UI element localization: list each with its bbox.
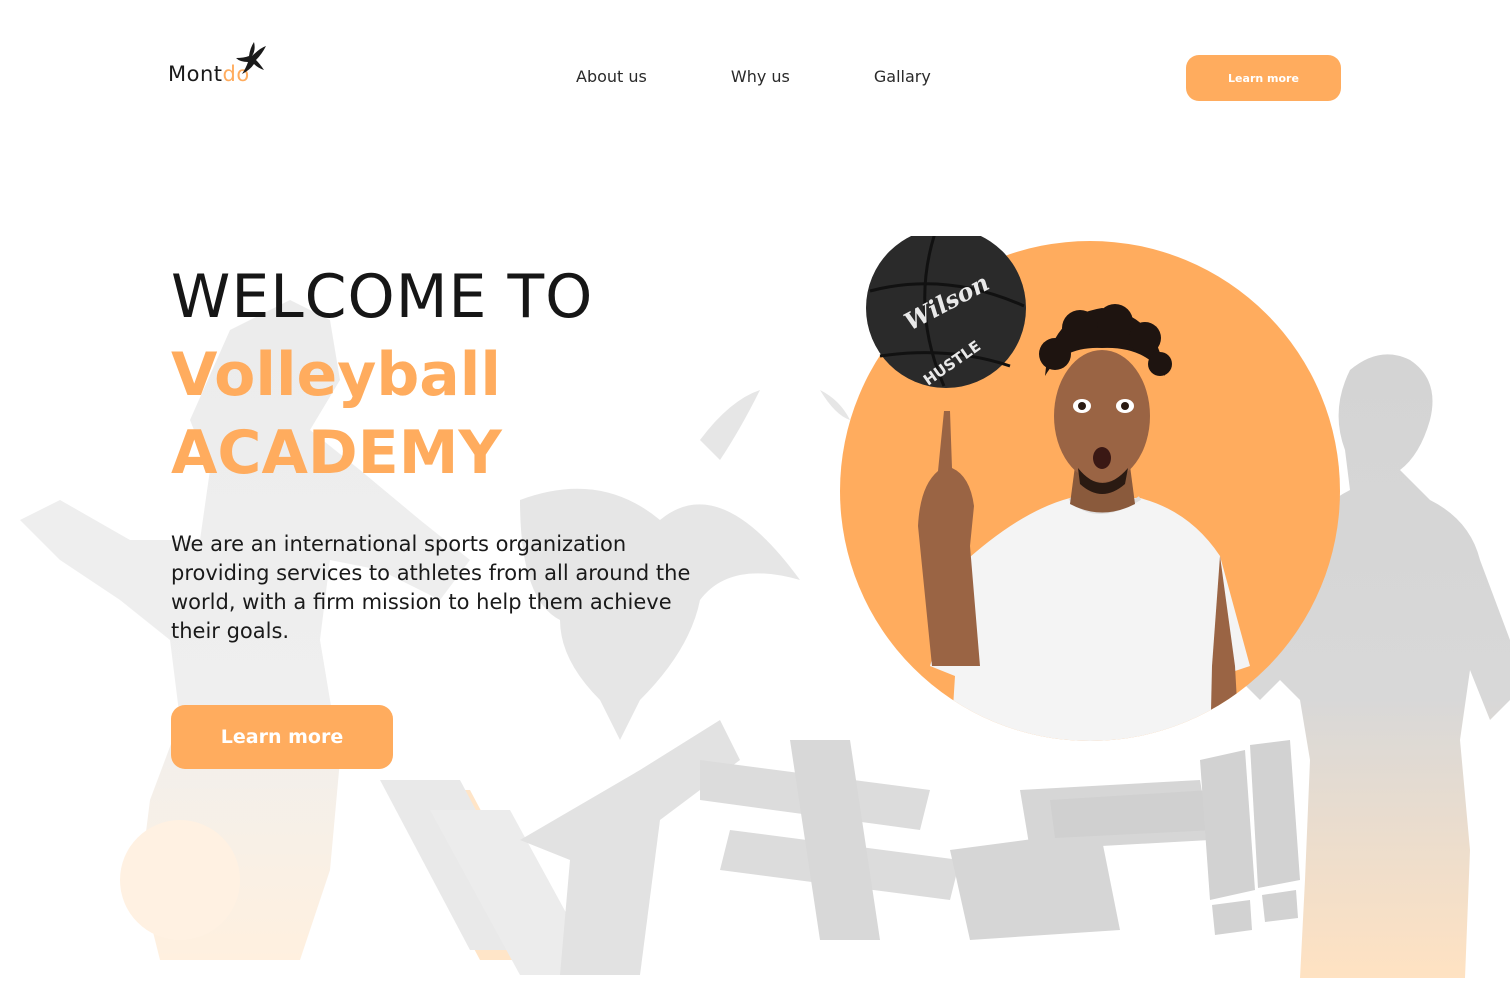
hero-title-line-1: WELCOME TO [171,262,594,332]
logo[interactable]: Montdo [168,40,268,90]
hero-description: We are an international sports organizat… [171,532,691,643]
nav-about-us[interactable]: About us [576,67,647,86]
crow-logo-icon [236,42,266,74]
hero-title: WELCOME TO Volleyball ACADEMY [171,258,593,492]
hero-title-line-3: ACADEMY [171,418,502,488]
hero-image: Wilson HUSTLE [840,236,1340,741]
katakana-title-art [380,720,1300,975]
landing-page: Montdo About us Why us Gallary Learn mor… [0,0,1512,982]
nav-gallery[interactable]: Gallary [874,67,931,86]
header-learn-more-button[interactable]: Learn more [1186,55,1341,101]
hero-learn-more-button[interactable]: Learn more [171,705,393,769]
nav-why-us[interactable]: Why us [731,67,790,86]
hero-title-line-2: Volleyball [171,340,501,410]
main-nav: About us Why us Gallary [576,67,931,86]
